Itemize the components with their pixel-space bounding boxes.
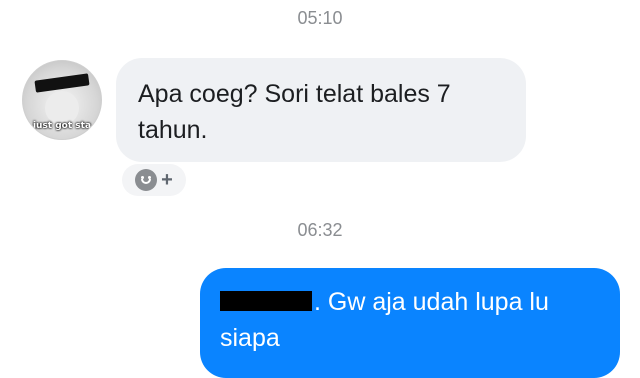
plus-icon: + (161, 169, 173, 191)
incoming-message-bubble[interactable]: Apa coeg? Sori telat bales 7 tahun. (116, 58, 526, 162)
avatar-caption: just got sta (32, 121, 92, 131)
redaction-bar (220, 291, 312, 311)
sunglasses-graphic (34, 73, 90, 93)
outgoing-message-bubble[interactable]: . Gw aja udah lupa lu siapa (200, 268, 620, 378)
avatar-face (45, 91, 79, 125)
incoming-message-text: Apa coeg? Sori telat bales 7 tahun. (138, 80, 451, 144)
smile-icon (135, 169, 158, 191)
avatar[interactable]: just got sta (22, 60, 102, 140)
timestamp: 05:10 (297, 8, 343, 28)
timestamp: 06:32 (297, 220, 343, 240)
add-reaction-button[interactable]: + (122, 164, 186, 196)
